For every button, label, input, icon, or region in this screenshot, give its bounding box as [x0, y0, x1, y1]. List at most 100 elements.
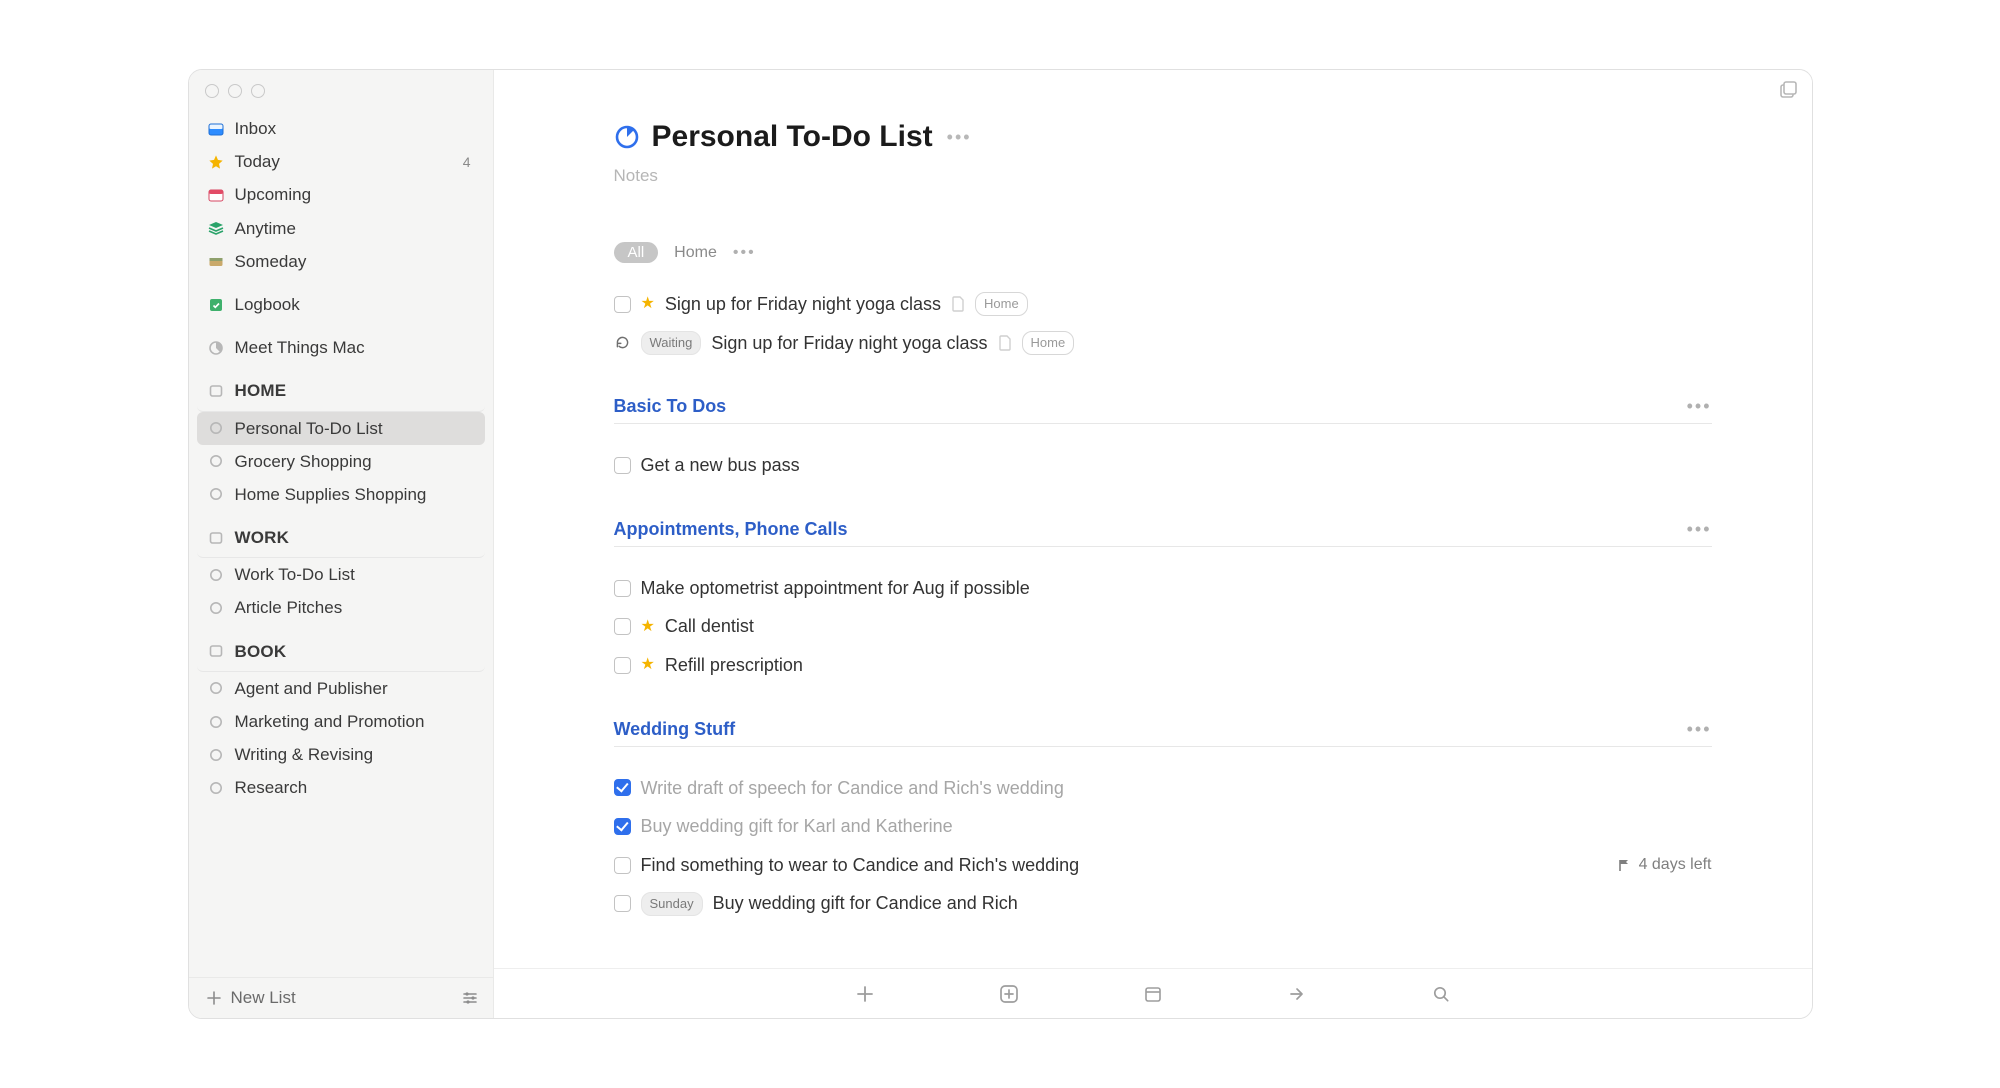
task-checkbox[interactable]	[614, 296, 631, 313]
sidebar-project[interactable]: Home Supplies Shopping	[197, 478, 485, 511]
project-progress-icon	[207, 452, 225, 470]
section-heading[interactable]: Appointments, Phone Calls	[614, 519, 848, 540]
section-more-icon[interactable]: •••	[1687, 519, 1712, 540]
new-heading-button[interactable]	[997, 982, 1021, 1006]
task-badge: Sunday	[641, 892, 703, 916]
section-heading[interactable]: Wedding Stuff	[614, 719, 736, 740]
section-more-icon[interactable]: •••	[1687, 719, 1712, 740]
task-title[interactable]: Refill prescription	[665, 650, 803, 681]
section: Basic To Dos ••• Get a new bus pass	[614, 396, 1712, 485]
task-title[interactable]: Get a new bus pass	[641, 450, 800, 481]
task-badge: Waiting	[641, 331, 702, 355]
new-list-label: New List	[231, 988, 296, 1008]
sidebar-item-label: Someday	[235, 248, 475, 275]
sidebar-item-upcoming[interactable]: Upcoming	[197, 178, 485, 211]
sidebar-item-someday[interactable]: Someday	[197, 245, 485, 278]
sidebar-project[interactable]: Agent and Publisher	[197, 672, 485, 705]
task-tag[interactable]: Home	[975, 292, 1028, 316]
calendar-icon	[207, 186, 225, 204]
task-checkbox[interactable]	[614, 818, 631, 835]
task-row[interactable]: ★Refill prescription	[614, 646, 1712, 685]
page-title: Personal To-Do List	[652, 120, 933, 154]
sidebar-area-home[interactable]: HOME	[197, 374, 485, 411]
sidebar-item-today[interactable]: Today 4	[197, 145, 485, 178]
sidebar-item-label: Today	[235, 148, 453, 175]
sidebar-area-label: HOME	[235, 377, 475, 404]
search-button[interactable]	[1429, 982, 1453, 1006]
progress-icon	[207, 339, 225, 357]
task-tag[interactable]: Home	[1022, 331, 1075, 355]
sidebar-project[interactable]: Grocery Shopping	[197, 445, 485, 478]
task-checkbox[interactable]	[614, 457, 631, 474]
sidebar-project[interactable]: Work To-Do List	[197, 558, 485, 591]
when-button[interactable]	[1141, 982, 1165, 1006]
task-title[interactable]: Buy wedding gift for Karl and Katherine	[641, 811, 953, 842]
task-title[interactable]: Find something to wear to Candice and Ri…	[641, 850, 1080, 881]
project-more-icon[interactable]: •••	[947, 127, 972, 148]
task-row[interactable]: Write draft of speech for Candice and Ri…	[614, 769, 1712, 808]
task-row[interactable]: Find something to wear to Candice and Ri…	[614, 846, 1712, 885]
task-checkbox[interactable]	[614, 779, 631, 796]
minimize-icon[interactable]	[228, 84, 242, 98]
open-window-icon[interactable]	[1778, 80, 1798, 100]
sidebar-item-logbook[interactable]: Logbook	[197, 288, 485, 321]
sidebar-project[interactable]: Writing & Revising	[197, 738, 485, 771]
sidebar-project-label: Writing & Revising	[235, 741, 475, 768]
sidebar-area-book[interactable]: BOOK	[197, 635, 485, 672]
area-icon	[207, 382, 225, 400]
close-icon[interactable]	[205, 84, 219, 98]
sidebar-project-label: Personal To-Do List	[235, 415, 475, 442]
task-title[interactable]: Sign up for Friday night yoga class	[665, 289, 941, 320]
task-due: 4 days left	[1639, 851, 1712, 878]
sidebar-project[interactable]: Article Pitches	[197, 591, 485, 624]
star-icon	[207, 153, 225, 171]
project-progress-icon	[207, 566, 225, 584]
stack-icon	[207, 219, 225, 237]
sidebar-project[interactable]: Personal To-Do List	[197, 412, 485, 445]
task-title[interactable]: Call dentist	[665, 611, 754, 642]
task-title[interactable]: Make optometrist appointment for Aug if …	[641, 573, 1030, 604]
note-icon	[998, 335, 1012, 351]
new-todo-button[interactable]	[853, 982, 877, 1006]
task-title[interactable]: Buy wedding gift for Candice and Rich	[713, 888, 1018, 919]
repeat-icon	[614, 334, 631, 351]
task-checkbox[interactable]	[614, 857, 631, 874]
section-more-icon[interactable]: •••	[1687, 396, 1712, 417]
task-checkbox[interactable]	[614, 657, 631, 674]
section-heading[interactable]: Basic To Dos	[614, 396, 727, 417]
task-row[interactable]: Buy wedding gift for Karl and Katherine	[614, 807, 1712, 846]
filter-tag-home[interactable]: Home	[674, 244, 717, 262]
task-title[interactable]: Sign up for Friday night yoga class	[711, 328, 987, 359]
task-row[interactable]: ★ Call dentist	[614, 607, 1712, 646]
zoom-icon[interactable]	[251, 84, 265, 98]
sidebar-area-work[interactable]: WORK	[197, 521, 485, 558]
sidebar-project[interactable]: Research	[197, 771, 485, 804]
sidebar-item-meet[interactable]: Meet Things Mac	[197, 331, 485, 364]
sidebar-item-label: Logbook	[235, 291, 475, 318]
window-controls[interactable]	[189, 70, 493, 104]
task-title[interactable]: Write draft of speech for Candice and Ri…	[641, 773, 1064, 804]
task-row[interactable]: Make optometrist appointment for Aug if …	[614, 569, 1712, 608]
task-row[interactable]: Sunday Buy wedding gift for Candice and R…	[614, 884, 1712, 923]
project-progress-icon	[207, 779, 225, 797]
task-checkbox[interactable]	[614, 618, 631, 635]
task-row[interactable]: Waiting Sign up for Friday night yoga cla…	[614, 324, 1712, 363]
section: Appointments, Phone Calls ••• Make optomet…	[614, 519, 1712, 685]
task-checkbox[interactable]	[614, 895, 631, 912]
task-checkbox[interactable]	[614, 580, 631, 597]
today-star-icon: ★	[641, 619, 655, 635]
inbox-icon	[207, 120, 225, 138]
task-row[interactable]: Get a new bus pass	[614, 446, 1712, 485]
project-progress-icon	[207, 746, 225, 764]
task-row[interactable]: ★Sign up for Friday night yoga classHome	[614, 285, 1712, 324]
move-button[interactable]	[1285, 982, 1309, 1006]
notes-placeholder[interactable]: Notes	[614, 166, 1712, 186]
sidebar-project[interactable]: Marketing and Promotion	[197, 705, 485, 738]
task-list: Write draft of speech for Candice and Ri…	[614, 769, 1712, 923]
sidebar-item-inbox[interactable]: Inbox	[197, 112, 485, 145]
sidebar-item-anytime[interactable]: Anytime	[197, 212, 485, 245]
new-list-button[interactable]: New List	[205, 988, 296, 1008]
settings-icon[interactable]	[461, 989, 479, 1007]
filter-all[interactable]: All	[614, 242, 659, 263]
filter-more-icon[interactable]: •••	[733, 244, 756, 262]
